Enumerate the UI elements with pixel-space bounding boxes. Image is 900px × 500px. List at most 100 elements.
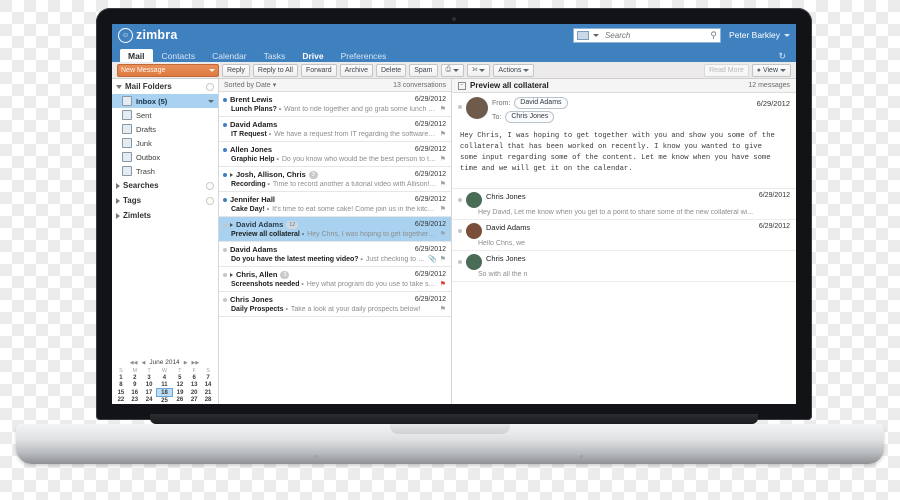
calendar-day[interactable]: 5 — [172, 374, 187, 381]
conversation-row[interactable]: Allen Jones 6/29/2012 Graphic Help - Do you… — [219, 142, 451, 167]
view-button[interactable]: ● View — [751, 63, 791, 77]
tag-button[interactable]: ⟕ — [467, 63, 491, 77]
conversation-row[interactable]: Jennifer Hall 6/29/2012 Cake Day! - It's ti… — [219, 192, 451, 217]
calendar-day[interactable]: 21 — [201, 389, 215, 397]
user-menu[interactable]: Peter Barkley — [729, 30, 790, 40]
calendar-day[interactable]: 26 — [172, 397, 187, 405]
double-right-icon[interactable]: ▶▶ — [192, 360, 200, 366]
flag-icon[interactable]: ⚑ — [440, 255, 446, 263]
chevron-down-icon[interactable] — [479, 68, 486, 72]
conversation-row[interactable]: Josh, Allison, Chris 3 6/29/2012 Recording … — [219, 167, 451, 192]
flag-icon[interactable]: ⚑ — [440, 155, 446, 163]
chevron-down-icon[interactable] — [523, 68, 530, 72]
section-action-icon[interactable] — [206, 181, 214, 190]
search-bar[interactable]: ⚲ — [572, 27, 721, 43]
sidebar-section-searches[interactable]: Searches — [112, 178, 218, 193]
reply-all-button[interactable]: Reply to All — [252, 63, 298, 77]
flag-icon[interactable]: ⚑ — [440, 305, 446, 313]
calendar-day[interactable]: 3 — [142, 374, 157, 381]
calendar-day[interactable]: 24 — [142, 397, 157, 405]
calendar-day[interactable]: 2 — [128, 374, 142, 381]
calendar-day-today[interactable]: 18 — [156, 388, 173, 397]
sidebar-item-trash[interactable]: Trash — [112, 164, 218, 178]
tab-contacts[interactable]: Contacts — [154, 50, 204, 63]
tab-tasks[interactable]: Tasks — [256, 50, 294, 63]
section-action-icon[interactable] — [206, 196, 214, 205]
sidebar-item-junk[interactable]: Junk — [112, 136, 218, 150]
calendar-day[interactable]: 10 — [142, 381, 157, 389]
calendar-day[interactable]: 20 — [187, 389, 201, 397]
flag-icon[interactable]: ⚑ — [440, 205, 446, 213]
search-input[interactable] — [602, 29, 707, 41]
sidebar-item-drafts[interactable]: Drafts — [112, 122, 218, 136]
refresh-icon[interactable]: ↻ — [778, 51, 788, 62]
calendar-day[interactable]: 22 — [114, 397, 128, 405]
calendar-day[interactable]: 16 — [128, 389, 142, 397]
read-indicator-icon[interactable] — [223, 222, 227, 227]
conversation-row[interactable]: Chris Jones 6/29/2012 Daily Prospects - Tak… — [219, 292, 451, 317]
sidebar-section-zimlets[interactable]: Zimlets — [112, 208, 218, 223]
flag-icon[interactable]: ⚑ — [440, 180, 446, 188]
unread-indicator-icon[interactable] — [223, 97, 227, 102]
expand-thread-icon[interactable] — [230, 172, 233, 177]
calendar-day[interactable]: 28 — [201, 397, 215, 405]
conversation-row[interactable]: David Adams 6/29/2012 Do you have the late… — [219, 242, 451, 267]
calendar-day[interactable]: 9 — [128, 381, 142, 389]
read-indicator-icon[interactable] — [223, 272, 227, 277]
unread-indicator-icon[interactable] — [223, 147, 227, 152]
message-row[interactable]: Chris Jones 6/29/2012 Hey David, Let me … — [452, 189, 796, 220]
calendar-day[interactable]: 7 — [201, 374, 215, 381]
read-status-icon[interactable] — [458, 197, 462, 202]
attachment-icon[interactable]: 📎 — [428, 255, 437, 263]
read-status-icon[interactable] — [458, 228, 462, 233]
to-contact-pill[interactable]: Chris Jones — [505, 111, 555, 123]
new-message-button[interactable]: New Message — [117, 63, 219, 77]
sidebar-item-outbox[interactable]: Outbox — [112, 150, 218, 164]
conversation-row[interactable]: David Adams 6/29/2012 IT Request - We have … — [219, 117, 451, 142]
tab-drive[interactable]: Drive — [294, 50, 331, 63]
calendar-day[interactable]: 25 — [157, 397, 173, 405]
calendar-day[interactable]: 12 — [172, 381, 187, 389]
read-indicator-icon[interactable] — [223, 247, 227, 252]
calendar-day[interactable]: 23 — [128, 397, 142, 405]
left-icon[interactable]: ◀ — [141, 360, 145, 366]
flag-icon[interactable]: ⚑ — [440, 105, 446, 113]
sidebar-item-sent[interactable]: Sent — [112, 108, 218, 122]
unread-indicator-icon[interactable] — [223, 122, 227, 127]
message-row[interactable]: David Adams 6/29/2012 Hello Chris, we — [452, 220, 796, 251]
sidebar-section-mail-folders[interactable]: Mail Folders — [112, 79, 218, 94]
conversation-row[interactable]: David Adams 12 6/29/2012 Preview all collat… — [219, 217, 451, 242]
tab-mail[interactable]: Mail — [120, 48, 153, 62]
delete-button[interactable]: Delete — [375, 63, 407, 77]
calendar-day[interactable]: 15 — [114, 389, 128, 397]
calendar-day[interactable]: 14 — [201, 381, 215, 389]
double-left-icon[interactable]: ◀◀ — [130, 360, 138, 366]
spam-button[interactable]: Spam — [409, 63, 438, 77]
right-icon[interactable]: ▶ — [184, 360, 188, 366]
flag-icon[interactable]: ⚑ — [440, 130, 446, 138]
calendar-day[interactable]: 11 — [157, 381, 173, 389]
calendar-day[interactable]: 17 — [142, 389, 157, 397]
reply-button[interactable]: Reply — [222, 63, 250, 77]
read-more-button[interactable]: Read More — [704, 63, 749, 77]
flag-red-icon[interactable]: ⚑ — [440, 280, 446, 288]
expand-thread-icon[interactable] — [230, 222, 233, 227]
unread-indicator-icon[interactable] — [223, 172, 227, 177]
actions-button[interactable]: Actions — [493, 63, 535, 77]
read-status-icon[interactable] — [458, 105, 462, 109]
archive-button[interactable]: Archive — [339, 63, 373, 77]
sidebar-section-tags[interactable]: Tags — [112, 193, 218, 208]
calendar-day[interactable]: 4 — [157, 374, 173, 381]
calendar-day[interactable]: 27 — [187, 397, 201, 405]
section-action-icon[interactable] — [206, 82, 214, 91]
mail-icon[interactable] — [576, 30, 589, 40]
chevron-down-icon[interactable] — [208, 99, 214, 103]
chevron-down-icon[interactable] — [209, 68, 215, 72]
unread-indicator-icon[interactable] — [223, 197, 227, 202]
read-indicator-icon[interactable] — [223, 297, 227, 302]
calendar-day[interactable]: 1 — [114, 374, 128, 381]
search-icon[interactable]: ⚲ — [710, 30, 717, 41]
from-contact-pill[interactable]: David Adams — [514, 97, 568, 109]
tab-preferences[interactable]: Preferences — [333, 50, 395, 63]
conversation-row[interactable]: Chris, Allen 3 6/29/2012 Screenshots needed… — [219, 267, 451, 292]
